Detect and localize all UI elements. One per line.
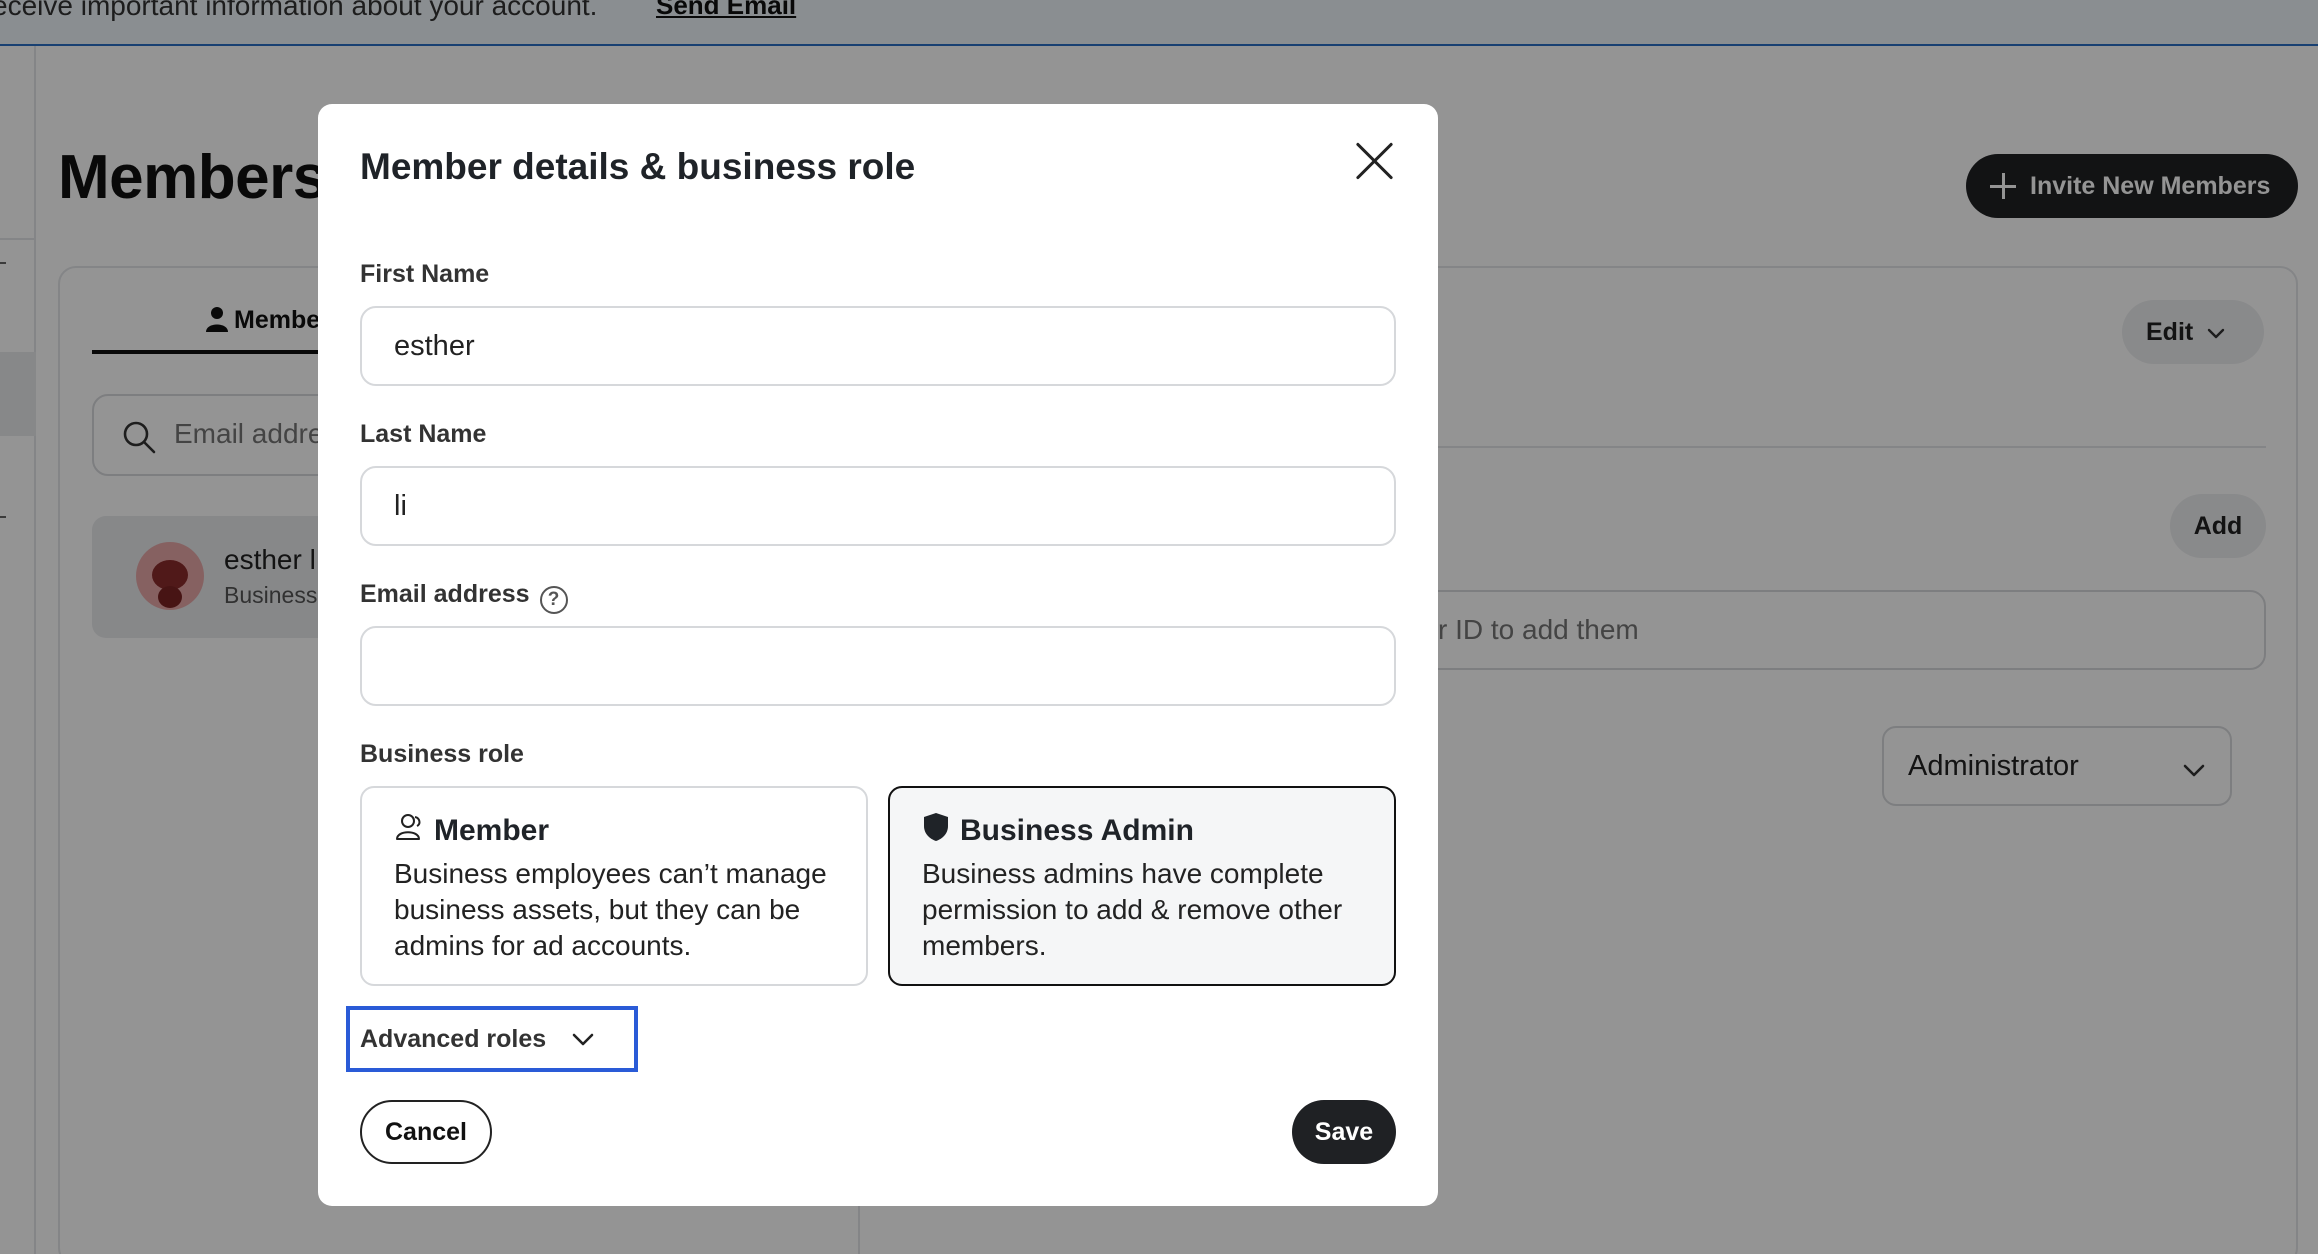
role-option-member-description: Business employees can’t manage business… [394, 858, 827, 961]
first-name-label: First Name [360, 260, 490, 288]
email-label: Email address [360, 580, 530, 608]
role-option-member[interactable]: Member Business employees can’t manage b… [360, 786, 868, 986]
role-option-member-title: Member [434, 814, 550, 847]
save-button[interactable]: Save [1292, 1100, 1396, 1164]
role-option-member-header: Member [394, 812, 834, 850]
advanced-roles-label: Advanced roles [360, 1024, 547, 1053]
help-icon[interactable]: ? [539, 586, 568, 614]
first-name-field[interactable] [360, 306, 1396, 386]
email-label-row: Email address? [360, 580, 568, 614]
close-icon[interactable] [1354, 140, 1396, 182]
modal-title: Member details & business role [360, 146, 916, 187]
role-option-admin-header: Business Admin [922, 812, 1362, 850]
people-icon [394, 812, 424, 850]
shield-icon [922, 812, 950, 850]
role-option-admin-title: Business Admin [960, 814, 1194, 847]
last-name-field[interactable] [360, 466, 1396, 546]
cancel-button[interactable]: Cancel [360, 1100, 492, 1164]
role-option-admin-description: Business admins have complete permission… [922, 858, 1343, 961]
role-option-business-admin[interactable]: Business Admin Business admins have comp… [888, 786, 1396, 986]
chevron-down-icon [572, 1025, 594, 1054]
business-role-label: Business role [360, 740, 524, 768]
email-field[interactable] [360, 626, 1396, 706]
advanced-roles-toggle[interactable]: Advanced roles [346, 1006, 638, 1072]
last-name-label: Last Name [360, 420, 487, 448]
member-details-modal: Member details & business role First Nam… [318, 104, 1438, 1206]
